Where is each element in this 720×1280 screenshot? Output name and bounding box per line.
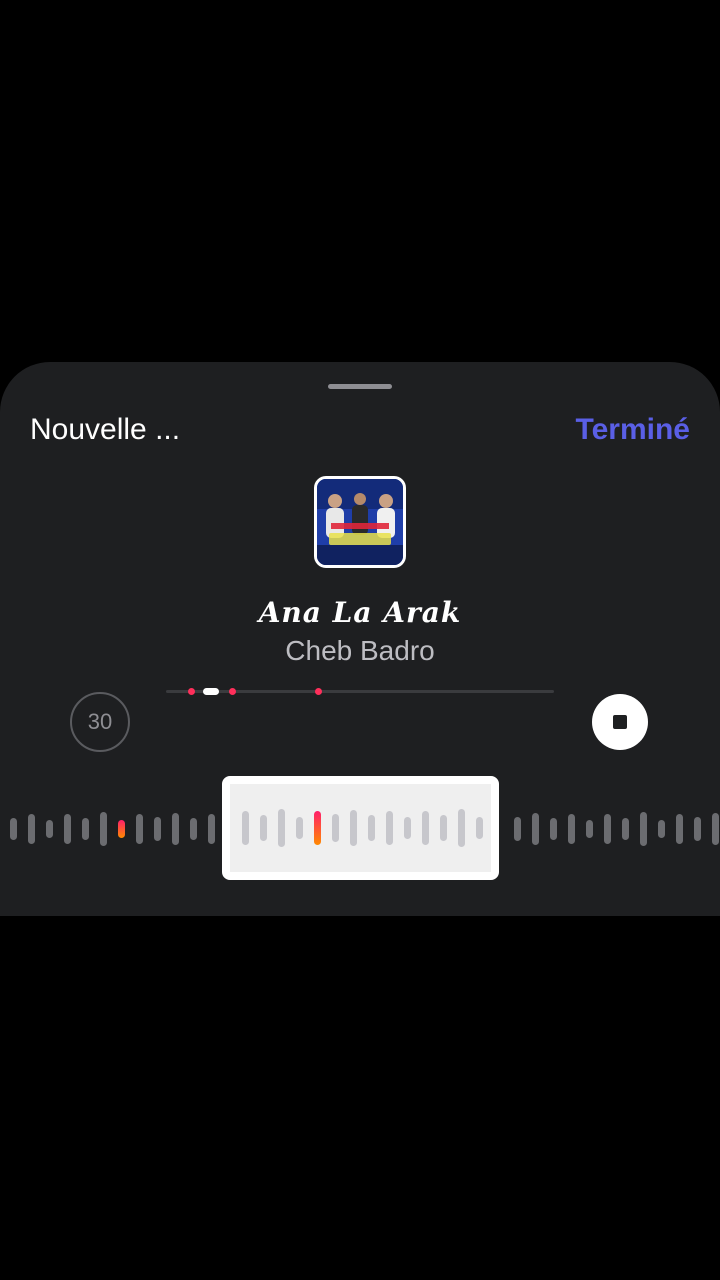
clip-marker[interactable] [229,688,236,695]
selected-waveform-bar [386,811,393,845]
waveform-bar [658,820,665,838]
waveform-bar [154,817,161,841]
waveform-bar [136,814,143,844]
selected-playhead-bar [314,811,321,845]
selected-waveform-bar [332,814,339,842]
selected-waveform-bar [260,815,267,841]
waveform-bar [640,812,647,846]
done-button[interactable]: Terminé [576,412,690,448]
clip-marker[interactable] [188,688,195,695]
selected-waveform-bar [422,811,429,845]
waveform-bar [64,814,71,844]
clip-duration-button[interactable]: 30 [70,692,130,752]
waveform-bar [10,818,17,840]
album-cover-image [314,476,406,568]
waveform-bar [550,818,557,840]
selected-waveform-bar [476,817,483,839]
waveform-bar [622,818,629,840]
selected-waveform [230,784,491,872]
sheet-title: Nouvelle ... [30,413,181,446]
clip-marker[interactable] [315,688,322,695]
music-picker-sheet: Nouvelle ... Terminé Ana La Arak Cheb Ba… [0,362,720,916]
waveform-bar [172,813,179,845]
waveform-bar [532,813,539,845]
waveform-bar [190,818,197,840]
waveform-bar [586,820,593,838]
clip-progress-track[interactable] [166,688,554,695]
selected-waveform-bar [296,817,303,839]
selected-waveform-bar [404,817,411,839]
selected-waveform-bar [440,815,447,841]
waveform-bar [604,814,611,844]
current-position-marker[interactable] [203,688,219,695]
waveform-bar [676,814,683,844]
waveform-bar [100,812,107,846]
selected-waveform-bar [368,815,375,841]
selected-waveform-bar [278,809,285,847]
selected-waveform-bar [458,809,465,847]
stop-button[interactable] [592,694,648,750]
waveform-bar [46,820,53,838]
waveform-bar [694,817,701,841]
waveform-bar [208,814,215,844]
waveform-playhead-bar [118,820,125,838]
waveform-bar [82,818,89,840]
stop-icon [613,715,627,729]
selected-waveform-bar [242,811,249,845]
artist-name: Cheb Badro [285,635,435,666]
waveform-bar [28,814,35,844]
waveform-bar [568,814,575,844]
song-title: Ana La Arak [258,596,462,629]
album-cover-art [317,479,403,565]
sheet-grabber-handle[interactable] [328,384,392,389]
waveform-bar [514,817,521,841]
waveform-bar [712,813,719,845]
selected-waveform-bar [350,810,357,846]
